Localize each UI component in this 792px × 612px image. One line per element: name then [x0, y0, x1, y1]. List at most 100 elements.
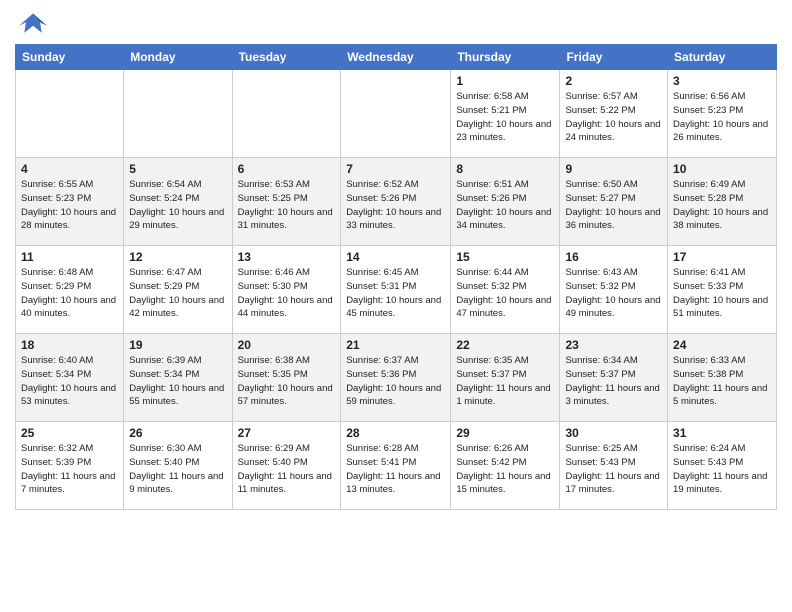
day-number: 7 — [346, 162, 445, 176]
calendar-cell — [232, 70, 341, 158]
day-info: Sunrise: 6:49 AM Sunset: 5:28 PM Dayligh… — [673, 178, 771, 233]
day-info: Sunrise: 6:43 AM Sunset: 5:32 PM Dayligh… — [565, 266, 662, 321]
day-number: 22 — [456, 338, 554, 352]
calendar-week-row: 4 Sunrise: 6:55 AM Sunset: 5:23 PM Daylig… — [16, 158, 777, 246]
day-number: 28 — [346, 426, 445, 440]
calendar-cell: 12 Sunrise: 6:47 AM Sunset: 5:29 PM Dayli… — [124, 246, 232, 334]
day-number: 20 — [238, 338, 336, 352]
day-number: 13 — [238, 250, 336, 264]
day-info: Sunrise: 6:45 AM Sunset: 5:31 PM Dayligh… — [346, 266, 445, 321]
day-number: 17 — [673, 250, 771, 264]
calendar-header-saturday: Saturday — [668, 45, 777, 70]
day-number: 12 — [129, 250, 226, 264]
day-number: 1 — [456, 74, 554, 88]
day-number: 6 — [238, 162, 336, 176]
day-number: 14 — [346, 250, 445, 264]
calendar-cell: 26 Sunrise: 6:30 AM Sunset: 5:40 PM Dayli… — [124, 422, 232, 510]
logo-icon — [15, 10, 51, 38]
day-info: Sunrise: 6:46 AM Sunset: 5:30 PM Dayligh… — [238, 266, 336, 321]
day-info: Sunrise: 6:44 AM Sunset: 5:32 PM Dayligh… — [456, 266, 554, 321]
day-info: Sunrise: 6:52 AM Sunset: 5:26 PM Dayligh… — [346, 178, 445, 233]
calendar-cell: 18 Sunrise: 6:40 AM Sunset: 5:34 PM Dayli… — [16, 334, 124, 422]
day-info: Sunrise: 6:24 AM Sunset: 5:43 PM Dayligh… — [673, 442, 771, 497]
day-info: Sunrise: 6:50 AM Sunset: 5:27 PM Dayligh… — [565, 178, 662, 233]
calendar-cell — [341, 70, 451, 158]
day-number: 10 — [673, 162, 771, 176]
calendar-cell: 23 Sunrise: 6:34 AM Sunset: 5:37 PM Dayli… — [560, 334, 668, 422]
calendar-cell: 13 Sunrise: 6:46 AM Sunset: 5:30 PM Dayli… — [232, 246, 341, 334]
calendar-cell: 10 Sunrise: 6:49 AM Sunset: 5:28 PM Dayli… — [668, 158, 777, 246]
day-number: 26 — [129, 426, 226, 440]
day-number: 29 — [456, 426, 554, 440]
calendar-cell: 30Sunrise: 6:25 AM Sunset: 5:43 PM Dayli… — [560, 422, 668, 510]
day-number: 18 — [21, 338, 118, 352]
day-info: Sunrise: 6:39 AM Sunset: 5:34 PM Dayligh… — [129, 354, 226, 409]
calendar-cell: 8Sunrise: 6:51 AM Sunset: 5:26 PM Daylig… — [451, 158, 560, 246]
calendar-header-friday: Friday — [560, 45, 668, 70]
day-info: Sunrise: 6:54 AM Sunset: 5:24 PM Dayligh… — [129, 178, 226, 233]
day-info: Sunrise: 6:35 AM Sunset: 5:37 PM Dayligh… — [456, 354, 554, 409]
calendar-week-row: 25Sunrise: 6:32 AM Sunset: 5:39 PM Dayli… — [16, 422, 777, 510]
calendar-header-tuesday: Tuesday — [232, 45, 341, 70]
day-info: Sunrise: 6:57 AM Sunset: 5:22 PM Dayligh… — [565, 90, 662, 145]
day-number: 16 — [565, 250, 662, 264]
calendar-header-row: SundayMondayTuesdayWednesdayThursdayFrid… — [16, 45, 777, 70]
calendar-week-row: 1Sunrise: 6:58 AM Sunset: 5:21 PM Daylig… — [16, 70, 777, 158]
calendar-cell: 2 Sunrise: 6:57 AM Sunset: 5:22 PM Daylig… — [560, 70, 668, 158]
calendar-cell — [16, 70, 124, 158]
calendar-cell: 9 Sunrise: 6:50 AM Sunset: 5:27 PM Daylig… — [560, 158, 668, 246]
day-number: 31 — [673, 426, 771, 440]
day-info: Sunrise: 6:51 AM Sunset: 5:26 PM Dayligh… — [456, 178, 554, 233]
calendar-cell — [124, 70, 232, 158]
calendar-cell: 7 Sunrise: 6:52 AM Sunset: 5:26 PM Daylig… — [341, 158, 451, 246]
calendar-cell: 3 Sunrise: 6:56 AM Sunset: 5:23 PM Daylig… — [668, 70, 777, 158]
day-info: Sunrise: 6:40 AM Sunset: 5:34 PM Dayligh… — [21, 354, 118, 409]
day-info: Sunrise: 6:28 AM Sunset: 5:41 PM Dayligh… — [346, 442, 445, 497]
calendar-cell: 16 Sunrise: 6:43 AM Sunset: 5:32 PM Dayli… — [560, 246, 668, 334]
day-info: Sunrise: 6:30 AM Sunset: 5:40 PM Dayligh… — [129, 442, 226, 497]
header — [15, 10, 777, 38]
calendar-table: SundayMondayTuesdayWednesdayThursdayFrid… — [15, 44, 777, 510]
day-number: 27 — [238, 426, 336, 440]
calendar-header-wednesday: Wednesday — [341, 45, 451, 70]
day-info: Sunrise: 6:48 AM Sunset: 5:29 PM Dayligh… — [21, 266, 118, 321]
calendar-cell: 11 Sunrise: 6:48 AM Sunset: 5:29 PM Dayli… — [16, 246, 124, 334]
day-info: Sunrise: 6:53 AM Sunset: 5:25 PM Dayligh… — [238, 178, 336, 233]
day-number: 11 — [21, 250, 118, 264]
calendar-cell: 6 Sunrise: 6:53 AM Sunset: 5:25 PM Daylig… — [232, 158, 341, 246]
day-info: Sunrise: 6:32 AM Sunset: 5:39 PM Dayligh… — [21, 442, 118, 497]
calendar-cell: 1Sunrise: 6:58 AM Sunset: 5:21 PM Daylig… — [451, 70, 560, 158]
calendar-header-thursday: Thursday — [451, 45, 560, 70]
logo — [15, 10, 55, 38]
calendar-cell: 27 Sunrise: 6:29 AM Sunset: 5:40 PM Dayli… — [232, 422, 341, 510]
calendar-cell: 20 Sunrise: 6:38 AM Sunset: 5:35 PM Dayli… — [232, 334, 341, 422]
day-number: 15 — [456, 250, 554, 264]
day-info: Sunrise: 6:25 AM Sunset: 5:43 PM Dayligh… — [565, 442, 662, 497]
calendar-cell: 15 Sunrise: 6:44 AM Sunset: 5:32 PM Dayli… — [451, 246, 560, 334]
day-info: Sunrise: 6:38 AM Sunset: 5:35 PM Dayligh… — [238, 354, 336, 409]
day-info: Sunrise: 6:37 AM Sunset: 5:36 PM Dayligh… — [346, 354, 445, 409]
day-info: Sunrise: 6:26 AM Sunset: 5:42 PM Dayligh… — [456, 442, 554, 497]
day-number: 9 — [565, 162, 662, 176]
calendar-cell: 25Sunrise: 6:32 AM Sunset: 5:39 PM Dayli… — [16, 422, 124, 510]
calendar-cell: 31 Sunrise: 6:24 AM Sunset: 5:43 PM Dayli… — [668, 422, 777, 510]
title-block — [55, 10, 777, 12]
day-number: 21 — [346, 338, 445, 352]
day-info: Sunrise: 6:33 AM Sunset: 5:38 PM Dayligh… — [673, 354, 771, 409]
day-number: 23 — [565, 338, 662, 352]
day-info: Sunrise: 6:34 AM Sunset: 5:37 PM Dayligh… — [565, 354, 662, 409]
calendar-cell: 14 Sunrise: 6:45 AM Sunset: 5:31 PM Dayli… — [341, 246, 451, 334]
day-info: Sunrise: 6:56 AM Sunset: 5:23 PM Dayligh… — [673, 90, 771, 145]
calendar-cell: 28 Sunrise: 6:28 AM Sunset: 5:41 PM Dayli… — [341, 422, 451, 510]
day-info: Sunrise: 6:41 AM Sunset: 5:33 PM Dayligh… — [673, 266, 771, 321]
day-number: 2 — [565, 74, 662, 88]
day-number: 5 — [129, 162, 226, 176]
day-number: 19 — [129, 338, 226, 352]
day-number: 24 — [673, 338, 771, 352]
day-info: Sunrise: 6:47 AM Sunset: 5:29 PM Dayligh… — [129, 266, 226, 321]
calendar-cell: 24 Sunrise: 6:33 AM Sunset: 5:38 PM Dayli… — [668, 334, 777, 422]
day-info: Sunrise: 6:55 AM Sunset: 5:23 PM Dayligh… — [21, 178, 118, 233]
day-number: 3 — [673, 74, 771, 88]
day-info: Sunrise: 6:29 AM Sunset: 5:40 PM Dayligh… — [238, 442, 336, 497]
day-number: 4 — [21, 162, 118, 176]
